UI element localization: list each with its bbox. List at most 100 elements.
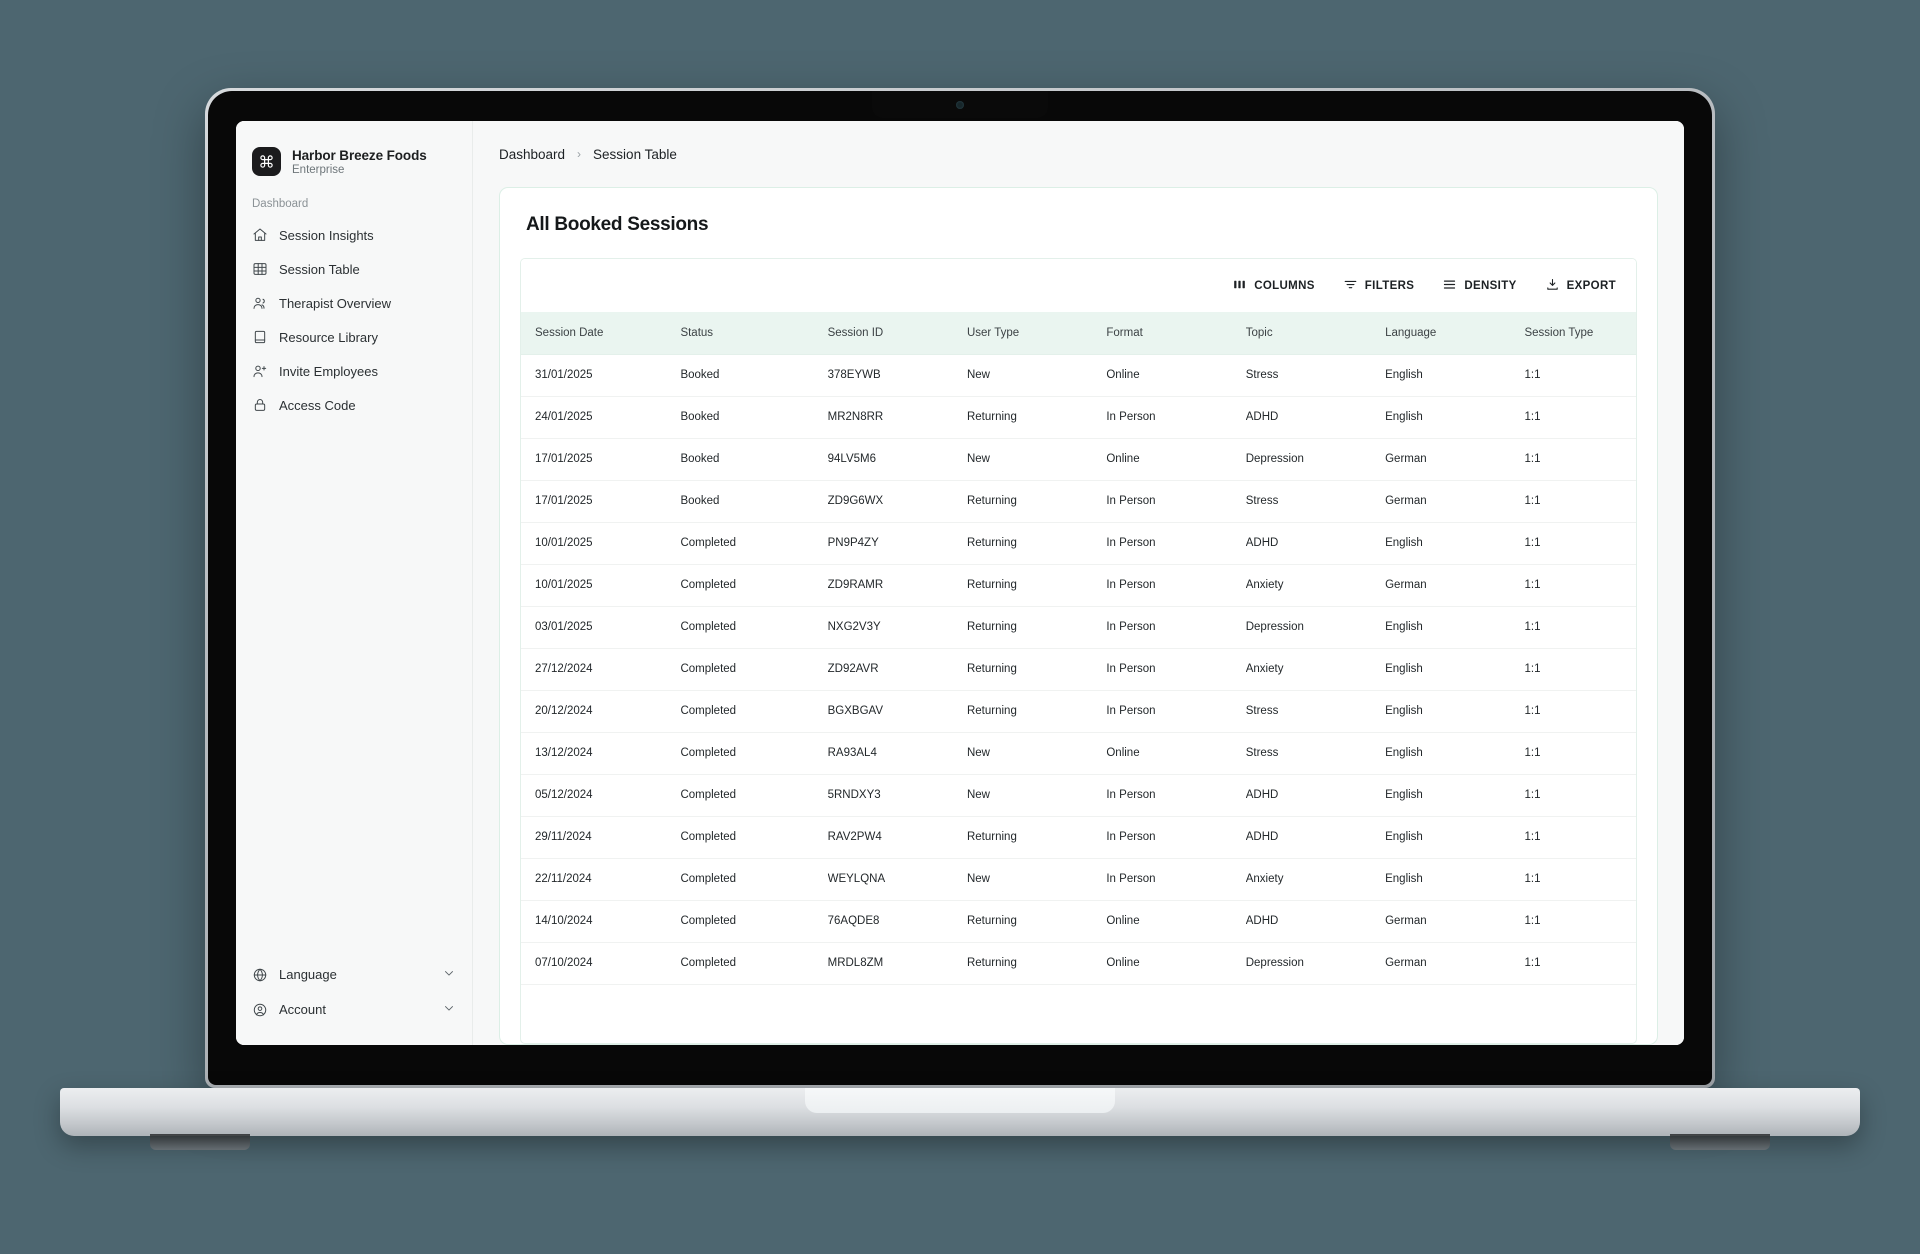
- cell-format: In Person: [1106, 522, 1246, 565]
- cell-session-date: 24/01/2025: [521, 396, 681, 439]
- table-row[interactable]: 14/10/2024 Completed 76AQDE8 Returning Onlin…: [521, 900, 1636, 943]
- breadcrumb-root[interactable]: Dashboard: [499, 147, 565, 162]
- table-row[interactable]: 27/12/2024 Completed ZD92AVR Returning In Pe…: [521, 648, 1636, 691]
- table-row[interactable]: 31/01/2025 Booked 378EYWB New Online Stress En…: [521, 354, 1636, 397]
- table-row[interactable]: 24/01/2025 Booked MR2N8RR Returning In Perso…: [521, 396, 1636, 439]
- laptop-bezel: Harbor Breeze Foods Enterprise Dashboard…: [208, 91, 1712, 1085]
- column-header-user-type[interactable]: User Type: [966, 312, 1107, 355]
- density-button[interactable]: DENSITY: [1436, 272, 1522, 300]
- cell-status: Booked: [680, 354, 828, 397]
- cell-session-type: 1:1: [1524, 900, 1636, 943]
- column-header-format[interactable]: Format: [1106, 312, 1246, 355]
- cell-topic: Stress: [1245, 354, 1386, 397]
- cell-session-date: 22/11/2024: [521, 858, 681, 901]
- cell-status: Completed: [680, 774, 828, 817]
- cell-session-date: 20/12/2024: [521, 690, 681, 733]
- sidebar-bottom-nav: Language Account: [236, 957, 472, 1045]
- laptop-foot-right: [1670, 1134, 1770, 1150]
- cell-session-date: 27/12/2024: [521, 648, 681, 691]
- cell-topic: ADHD: [1245, 774, 1386, 817]
- column-header-status[interactable]: Status: [680, 312, 828, 355]
- cell-user-type: Returning: [966, 606, 1107, 649]
- cell-language: English: [1385, 396, 1525, 439]
- cell-language: German: [1385, 564, 1525, 607]
- table-row[interactable]: 17/01/2025 Booked 94LV5M6 New Online Depressi…: [521, 438, 1636, 481]
- cell-language: German: [1385, 480, 1525, 523]
- density-icon: [1442, 277, 1457, 295]
- home-icon: [252, 227, 268, 243]
- cell-status: Completed: [680, 522, 828, 565]
- sidebar-item-label: Therapist Overview: [279, 295, 391, 311]
- sidebar-item-label: Session Table: [279, 261, 360, 277]
- download-icon: [1545, 277, 1560, 295]
- brand-block[interactable]: Harbor Breeze Foods Enterprise: [236, 121, 472, 198]
- cell-topic: Stress: [1245, 732, 1386, 775]
- cell-session-id: 76AQDE8: [827, 900, 967, 943]
- webcam-icon: [956, 100, 964, 109]
- column-header-session-type[interactable]: Session Type: [1524, 312, 1636, 355]
- cell-topic: ADHD: [1245, 816, 1386, 859]
- column-header-topic[interactable]: Topic: [1245, 312, 1386, 355]
- table-row[interactable]: 10/01/2025 Completed PN9P4ZY Returning In Pe…: [521, 522, 1636, 565]
- table-row[interactable]: 17/01/2025 Booked ZD9G6WX Returning In Perso…: [521, 480, 1636, 523]
- cell-user-type: Returning: [966, 396, 1107, 439]
- data-grid: COLUMNS FILTERS DENSITY EXPORT Session D…: [520, 258, 1637, 1044]
- sidebar-item-invite-employees[interactable]: Invite Employees: [236, 354, 472, 388]
- cell-format: Online: [1106, 732, 1246, 775]
- table-scroll-area[interactable]: Session Date Status Session ID User Type…: [521, 312, 1636, 1043]
- cell-status: Completed: [680, 648, 828, 691]
- column-header-session-id[interactable]: Session ID: [827, 312, 967, 355]
- column-header-language[interactable]: Language: [1385, 312, 1525, 355]
- main-content: Dashboard › Session Table All Booked Ses…: [473, 121, 1684, 1045]
- sidebar-section-label: Dashboard: [252, 198, 309, 210]
- cell-session-id: WEYLQNA: [827, 858, 967, 901]
- export-button[interactable]: EXPORT: [1539, 272, 1622, 300]
- table-row[interactable]: 05/12/2024 Completed 5RNDXY3 New In Person AD…: [521, 774, 1636, 817]
- column-header-session-date[interactable]: Session Date: [521, 312, 681, 355]
- cell-format: In Person: [1106, 858, 1246, 901]
- columns-button[interactable]: COLUMNS: [1226, 272, 1321, 300]
- cell-status: Completed: [680, 858, 828, 901]
- cell-topic: Depression: [1245, 438, 1386, 481]
- table-row[interactable]: 22/11/2024 Completed WEYLQNA New In Person An…: [521, 858, 1636, 901]
- filter-icon: [1343, 277, 1358, 295]
- cell-session-type: 1:1: [1524, 564, 1636, 607]
- cell-status: Completed: [680, 690, 828, 733]
- table-row[interactable]: 20/12/2024 Completed BGXBGAV Returning In Pe…: [521, 690, 1636, 733]
- sidebar-item-resource-library[interactable]: Resource Library: [236, 320, 472, 354]
- table-row[interactable]: 29/11/2024 Completed RAV2PW4 Returning In Pe…: [521, 816, 1636, 859]
- cell-language: English: [1385, 606, 1525, 649]
- cell-session-type: 1:1: [1524, 690, 1636, 733]
- cell-status: Completed: [680, 900, 828, 943]
- table-row[interactable]: 07/10/2024 Completed MRDL8ZM Returning Onlin…: [521, 942, 1636, 985]
- cell-format: In Person: [1106, 690, 1246, 733]
- cell-session-id: RA93AL4: [827, 732, 967, 775]
- cell-language: English: [1385, 648, 1525, 691]
- filters-button[interactable]: FILTERS: [1337, 272, 1421, 300]
- table-row[interactable]: 10/01/2025 Completed ZD9RAMR Returning In Pe…: [521, 564, 1636, 607]
- cell-status: Booked: [680, 480, 828, 523]
- cell-status: Completed: [680, 942, 828, 985]
- sidebar-item-language[interactable]: Language: [236, 957, 472, 992]
- cell-user-type: New: [966, 438, 1107, 481]
- book-icon: [252, 329, 268, 345]
- cell-session-date: 31/01/2025: [521, 354, 681, 397]
- sidebar-item-access-code[interactable]: Access Code: [236, 388, 472, 422]
- cell-language: English: [1385, 690, 1525, 733]
- cell-user-type: Returning: [966, 522, 1107, 565]
- sidebar-item-account[interactable]: Account: [236, 992, 472, 1027]
- cell-format: Online: [1106, 942, 1246, 985]
- sidebar-item-session-table[interactable]: Session Table: [236, 252, 472, 286]
- sidebar-item-session-insights[interactable]: Session Insights: [236, 218, 472, 252]
- table-row[interactable]: 03/01/2025 Completed NXG2V3Y Returning In Pe…: [521, 606, 1636, 649]
- cell-session-date: 13/12/2024: [521, 732, 681, 775]
- sidebar-item-label: Access Code: [279, 397, 356, 413]
- cell-session-date: 17/01/2025: [521, 480, 681, 523]
- cell-session-type: 1:1: [1524, 396, 1636, 439]
- cell-session-type: 1:1: [1524, 522, 1636, 565]
- table-row[interactable]: 13/12/2024 Completed RA93AL4 New Online Stres…: [521, 732, 1636, 775]
- breadcrumb-current[interactable]: Session Table: [593, 147, 677, 162]
- cell-user-type: Returning: [966, 942, 1107, 985]
- sidebar-item-therapist-overview[interactable]: Therapist Overview: [236, 286, 472, 320]
